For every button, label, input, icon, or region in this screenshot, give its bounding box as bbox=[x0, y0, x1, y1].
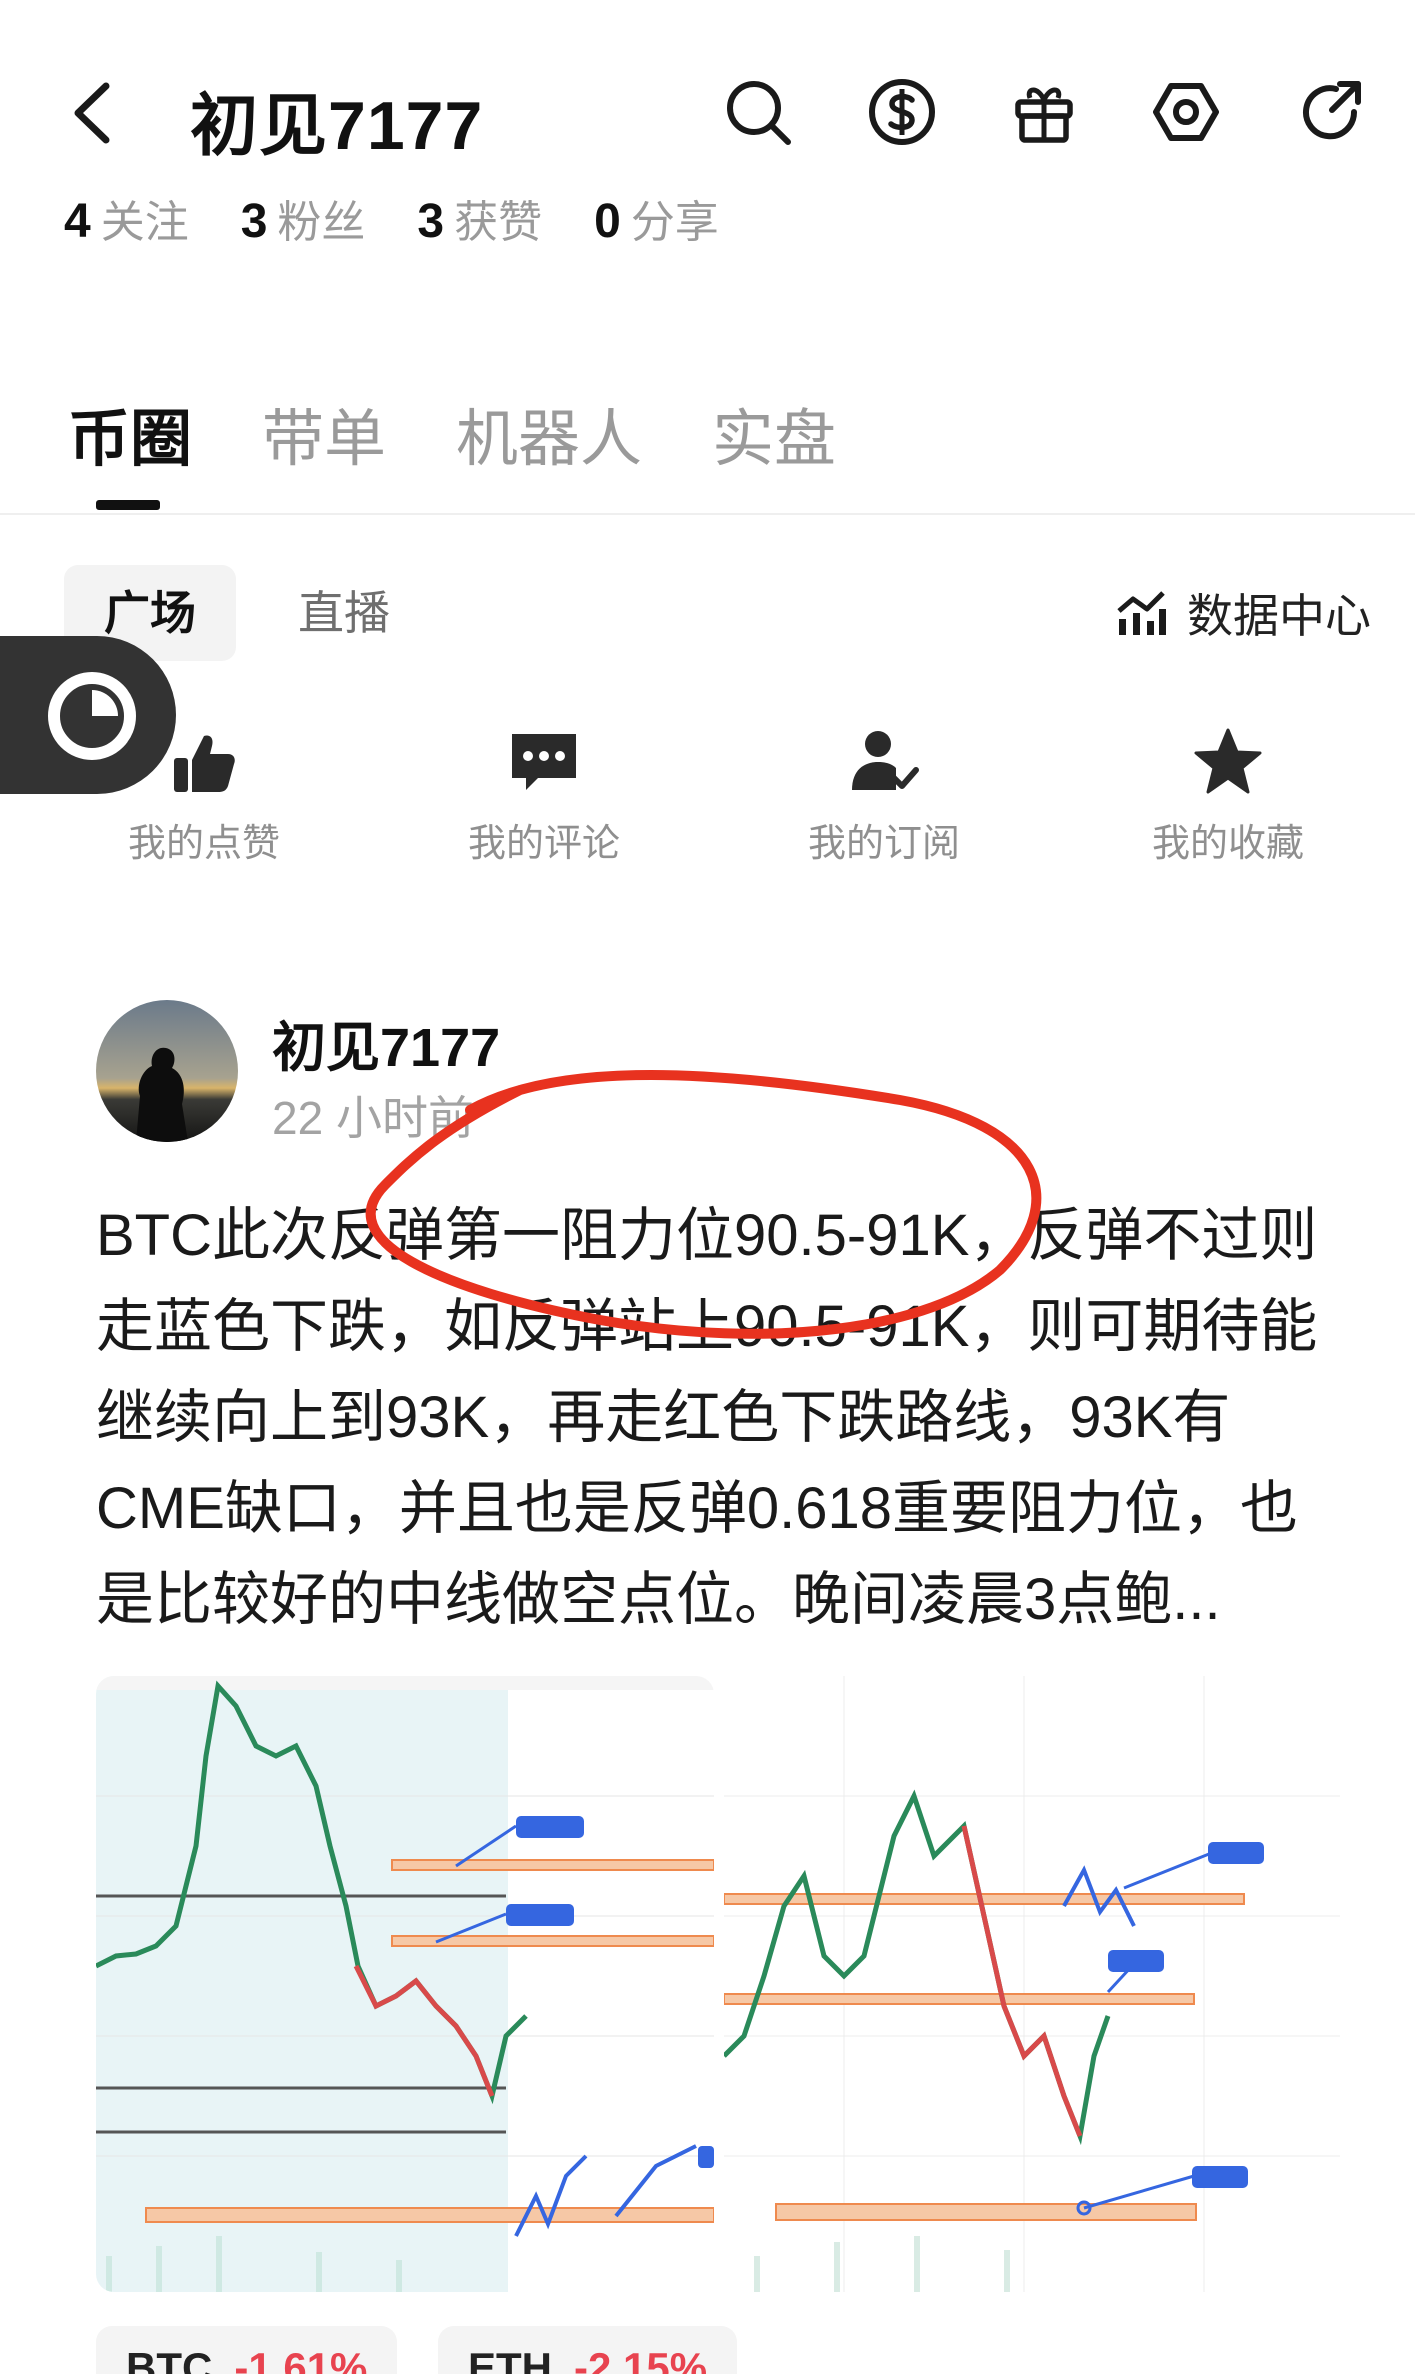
stat-number: 3 bbox=[240, 195, 268, 248]
coin-change: -1.61% bbox=[234, 2344, 368, 2374]
quick-my-favorites[interactable]: 我的收藏 bbox=[1128, 726, 1328, 867]
chart-trend-icon bbox=[1117, 591, 1166, 635]
stat-following[interactable]: 4 关注 bbox=[64, 186, 189, 250]
main-tabs: 币圈 带单 机器人 实盘 bbox=[68, 388, 906, 478]
quick-my-comments[interactable]: 我的评论 bbox=[444, 726, 644, 867]
coin-symbol: BTC bbox=[126, 2344, 213, 2374]
coin-symbol: ETH bbox=[468, 2344, 552, 2374]
coin-change: -2.15% bbox=[574, 2344, 708, 2374]
chart-image-eth[interactable] bbox=[724, 1676, 1340, 2292]
chart-image-btc[interactable] bbox=[96, 1676, 714, 2292]
star-icon bbox=[1194, 728, 1262, 794]
stat-shares[interactable]: 0 分享 bbox=[594, 186, 719, 250]
back-icon[interactable] bbox=[62, 78, 122, 148]
stat-likes[interactable]: 3 获赞 bbox=[417, 186, 542, 250]
subtab-live[interactable]: 直播 bbox=[258, 565, 430, 661]
tab-copy-trading[interactable]: 带单 bbox=[262, 388, 386, 478]
search-icon[interactable] bbox=[722, 76, 794, 148]
avatar[interactable] bbox=[96, 1000, 238, 1142]
floating-assistant-button[interactable] bbox=[0, 636, 176, 794]
candlestick-chart bbox=[96, 1676, 714, 2292]
stat-number: 4 bbox=[64, 195, 91, 248]
profile-title: 初见7177 bbox=[190, 88, 484, 164]
avatar-image bbox=[96, 1000, 238, 1142]
quick-label: 我的订阅 bbox=[807, 823, 960, 865]
subscribe-user-icon bbox=[852, 731, 919, 790]
data-center-label: 数据中心 bbox=[1187, 590, 1371, 642]
quick-label: 我的收藏 bbox=[1151, 823, 1304, 865]
pie-timer-icon bbox=[48, 672, 136, 760]
coin-chip-btc[interactable]: BTC -1.61% bbox=[96, 2326, 398, 2374]
post-author[interactable]: 初见7177 bbox=[272, 1003, 500, 1082]
active-tab-indicator bbox=[96, 500, 160, 510]
stat-label: 获赞 bbox=[454, 198, 543, 247]
stat-number: 0 bbox=[594, 195, 621, 248]
candlestick-chart bbox=[724, 1676, 1340, 2292]
stat-number: 3 bbox=[417, 195, 445, 248]
share-icon[interactable] bbox=[1296, 76, 1368, 148]
quick-label: 我的评论 bbox=[467, 823, 620, 865]
post-text[interactable]: BTC此次反弹第一阻力位90.5-91K，反弹不过则走蓝色下跌，如反弹站上90.… bbox=[96, 1190, 1346, 1645]
quick-my-subscriptions[interactable]: 我的订阅 bbox=[784, 726, 984, 867]
stat-label: 关注 bbox=[100, 198, 189, 247]
post-time: 22 小时前 bbox=[272, 1092, 474, 1144]
gift-icon[interactable] bbox=[1008, 76, 1080, 148]
data-center-link[interactable]: 数据中心 bbox=[1115, 580, 1371, 646]
quick-label: 我的点赞 bbox=[127, 823, 280, 865]
tab-bots[interactable]: 机器人 bbox=[456, 388, 642, 478]
tab-coin-circle[interactable]: 币圈 bbox=[68, 388, 192, 478]
stat-label: 分享 bbox=[630, 198, 719, 247]
profile-stats: 4 关注 3 粉丝 3 获赞 0 分享 bbox=[64, 186, 771, 248]
dollar-circle-icon[interactable] bbox=[866, 76, 938, 148]
top-bar: 初见7177 bbox=[0, 0, 1415, 190]
thumbs-up-icon bbox=[174, 735, 235, 792]
tab-live-trading[interactable]: 实盘 bbox=[712, 388, 836, 478]
stat-followers[interactable]: 3 粉丝 bbox=[241, 186, 366, 250]
comment-icon bbox=[512, 734, 576, 790]
coin-chip-eth[interactable]: ETH -2.15% bbox=[438, 2326, 738, 2374]
settings-hexagon-icon[interactable] bbox=[1150, 76, 1222, 148]
divider bbox=[0, 513, 1415, 515]
stat-label: 粉丝 bbox=[277, 198, 366, 247]
